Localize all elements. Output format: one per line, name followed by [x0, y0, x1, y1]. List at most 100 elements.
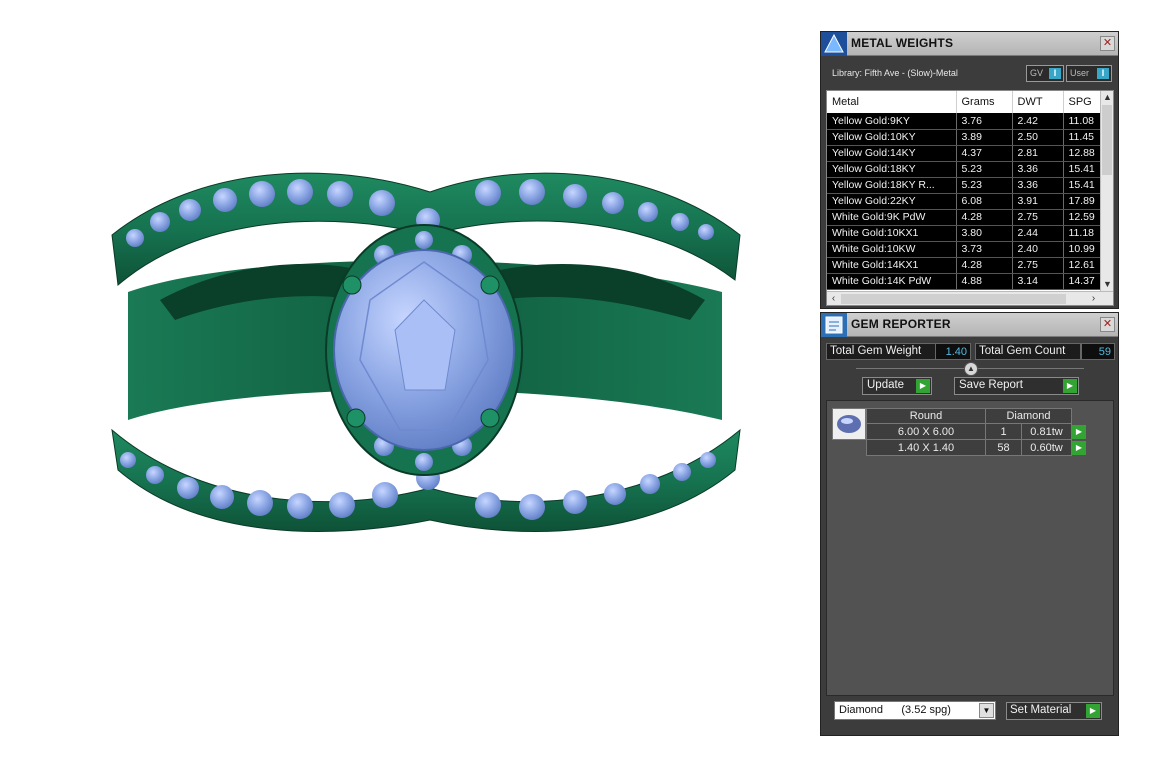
gem-list-area: Round Diamond 6.00 X 6.00 1 0.81tw 1.40 X 1… — [826, 400, 1114, 696]
column-header[interactable]: Grams — [956, 91, 1013, 113]
table-cell: 3.36 — [1012, 177, 1064, 194]
table-header-row: Metal Grams DWT SPG — [827, 91, 1102, 113]
table-row[interactable]: White Gold:10KW 3.73 2.40 10.99 — [827, 241, 1102, 258]
metal-weights-titlebar[interactable]: METAL WEIGHTS ✕ — [821, 32, 1118, 56]
table-cell: Yellow Gold:10KY — [827, 129, 957, 146]
close-icon[interactable]: ✕ — [1100, 317, 1115, 332]
scroll-left-icon[interactable]: ‹ — [827, 292, 840, 305]
gv-toggle[interactable]: GV I — [1026, 65, 1064, 82]
table-cell: 4.37 — [956, 145, 1013, 162]
table-cell: Yellow Gold:18KY R... — [827, 177, 957, 194]
column-header[interactable]: DWT — [1012, 91, 1064, 113]
shape-header: Round — [866, 408, 986, 424]
set-material-label: Set Material — [1010, 704, 1072, 716]
gem-count: 58 — [985, 439, 1022, 456]
table-cell: Yellow Gold:9KY — [827, 113, 957, 130]
table-cell: Yellow Gold:18KY — [827, 161, 957, 178]
play-arrow-icon[interactable]: ▶ — [1072, 441, 1086, 455]
table-cell: 3.80 — [956, 225, 1013, 242]
total-gem-weight-label: Total Gem Weight — [826, 343, 936, 360]
gem-table: Round Diamond 6.00 X 6.00 1 0.81tw 1.40 X 1… — [866, 408, 1072, 456]
table-cell: White Gold:10KX1 — [827, 225, 957, 242]
table-cell: 2.44 — [1012, 225, 1064, 242]
app-logo-icon — [821, 32, 847, 56]
table-cell: 12.88 — [1063, 145, 1102, 162]
table-cell: 3.91 — [1012, 193, 1064, 210]
gem-row[interactable]: 6.00 X 6.00 1 0.81tw — [866, 423, 1072, 440]
table-cell: 2.50 — [1012, 129, 1064, 146]
column-header[interactable]: Metal — [827, 91, 957, 113]
chevron-down-icon[interactable]: ▼ — [979, 703, 994, 718]
table-cell: 5.23 — [956, 161, 1013, 178]
user-toggle[interactable]: User I — [1066, 65, 1112, 82]
table-row[interactable]: Yellow Gold:18KY 5.23 3.36 15.41 — [827, 161, 1102, 178]
table-cell: 12.59 — [1063, 209, 1102, 226]
ring-model — [111, 172, 741, 532]
material-select[interactable]: Diamond (3.52 spg) ▼ — [834, 701, 996, 720]
table-row[interactable]: Yellow Gold:9KY 3.76 2.42 11.08 — [827, 113, 1102, 130]
total-gem-count-label: Total Gem Count — [975, 343, 1081, 360]
play-arrow-icon: ▶ — [916, 379, 930, 393]
table-cell: 4.28 — [956, 257, 1013, 274]
gem-count: 1 — [985, 423, 1022, 440]
vertical-scrollbar[interactable]: ▲ ▼ — [1100, 91, 1113, 291]
horizontal-scrollbar[interactable]: ‹ › — [827, 291, 1113, 305]
table-row[interactable]: White Gold:14K PdW 4.88 3.14 14.37 — [827, 273, 1102, 290]
table-row[interactable]: White Gold:10KX1 3.80 2.44 11.18 — [827, 225, 1102, 242]
metal-weights-title: METAL WEIGHTS — [851, 36, 954, 50]
gem-weight: 0.60tw — [1021, 439, 1072, 456]
table-cell: 3.14 — [1012, 273, 1064, 290]
table-cell: 2.42 — [1012, 113, 1064, 130]
table-cell: White Gold:9K PdW — [827, 209, 957, 226]
round-gem-thumbnail-icon[interactable] — [832, 408, 866, 440]
gem-reporter-titlebar[interactable]: GEM REPORTER ✕ — [821, 313, 1118, 337]
material-header: Diamond — [985, 408, 1072, 424]
table-row[interactable]: Yellow Gold:22KY 6.08 3.91 17.89 — [827, 193, 1102, 210]
table-cell: 3.76 — [956, 113, 1013, 130]
table-cell: 2.75 — [1012, 257, 1064, 274]
scroll-down-icon[interactable]: ▼ — [1101, 278, 1113, 291]
table-cell: 5.23 — [956, 177, 1013, 194]
table-row[interactable]: White Gold:14KX1 4.28 2.75 12.61 — [827, 257, 1102, 274]
gv-label: GV — [1030, 68, 1044, 78]
update-button[interactable]: Update ▶ — [862, 377, 932, 395]
play-arrow-icon[interactable]: ▶ — [1072, 425, 1086, 439]
table-cell: 4.28 — [956, 209, 1013, 226]
set-material-button[interactable]: Set Material ▶ — [1006, 702, 1102, 720]
gem-report-icon — [821, 313, 847, 337]
table-row[interactable]: Yellow Gold:14KY 4.37 2.81 12.88 — [827, 145, 1102, 162]
table-cell: 4.88 — [956, 273, 1013, 290]
play-arrow-icon: ▶ — [1086, 704, 1100, 718]
collapse-chevron-icon[interactable]: ▲ — [964, 362, 978, 376]
scroll-thumb[interactable] — [841, 294, 1066, 304]
3d-viewport[interactable] — [0, 0, 810, 770]
play-arrow-icon: ▶ — [1063, 379, 1077, 393]
metal-weights-table-container: Metal Grams DWT SPG Yellow Gold:9KY 3.76 2… — [826, 90, 1114, 306]
scroll-right-icon[interactable]: › — [1087, 292, 1100, 305]
library-label: Library: Fifth Ave - (Slow)-Metal — [832, 68, 958, 78]
table-cell: 14.37 — [1063, 273, 1102, 290]
table-cell: 2.40 — [1012, 241, 1064, 258]
table-cell: 15.41 — [1063, 177, 1102, 194]
table-cell: White Gold:10KW — [827, 241, 957, 258]
table-row[interactable]: Yellow Gold:18KY R... 5.23 3.36 15.41 — [827, 177, 1102, 194]
close-icon[interactable]: ✕ — [1100, 36, 1115, 51]
save-report-button[interactable]: Save Report ▶ — [954, 377, 1079, 395]
table-cell: 2.81 — [1012, 145, 1064, 162]
scroll-up-icon[interactable]: ▲ — [1101, 91, 1113, 104]
material-select-value: Diamond (3.52 spg) — [839, 704, 951, 716]
gem-row[interactable]: 1.40 X 1.40 58 0.60tw — [866, 439, 1072, 456]
table-cell: 6.08 — [956, 193, 1013, 210]
column-header[interactable]: SPG — [1063, 91, 1102, 113]
update-label: Update — [867, 379, 905, 391]
scroll-thumb[interactable] — [1102, 105, 1112, 175]
gem-reporter-title: GEM REPORTER — [851, 317, 951, 331]
table-cell: 3.36 — [1012, 161, 1064, 178]
table-row[interactable]: Yellow Gold:10KY 3.89 2.50 11.45 — [827, 129, 1102, 146]
table-cell: 12.61 — [1063, 257, 1102, 274]
table-cell: 17.89 — [1063, 193, 1102, 210]
gem-reporter-panel: GEM REPORTER ✕ Total Gem Weight 1.40 Tot… — [820, 312, 1119, 736]
table-cell: White Gold:14K PdW — [827, 273, 957, 290]
gem-table-header: Round Diamond — [866, 408, 1072, 424]
table-row[interactable]: White Gold:9K PdW 4.28 2.75 12.59 — [827, 209, 1102, 226]
